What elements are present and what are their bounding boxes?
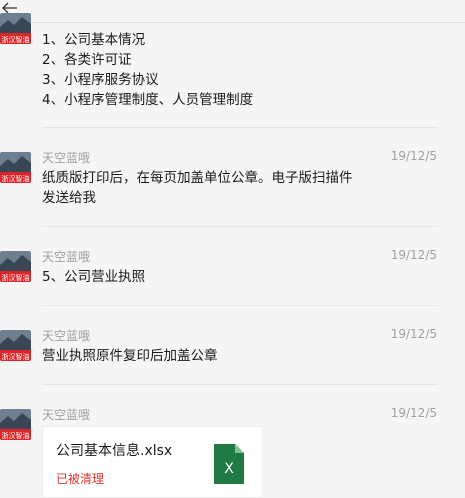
message-line: 营业执照原件复印后加盖公章 <box>42 348 218 364</box>
avatar[interactable]: 浙汉智油 <box>0 152 31 183</box>
avatar-badge-text: 浙汉智油 <box>2 35 30 44</box>
message-time: 19/12/5 <box>390 327 437 341</box>
chat-top-bar <box>0 0 465 23</box>
message-time: 19/12/5 <box>390 248 437 262</box>
message-text: 5、公司营业执照 <box>42 267 442 287</box>
file-name: 公司基本信息.xlsx <box>56 443 173 459</box>
avatar[interactable]: 浙汉智油 <box>0 409 31 440</box>
message-divider <box>42 384 438 385</box>
sender-name[interactable]: 天空蓝哦 <box>42 327 90 344</box>
message-divider <box>42 127 438 128</box>
message-time: 19/12/5 <box>390 149 437 163</box>
file-message-card[interactable]: 公司基本信息.xlsx 已被清理 X <box>42 426 263 498</box>
excel-file-icon: X <box>214 444 244 484</box>
message-time: 19/12/5 <box>390 406 437 420</box>
avatar[interactable]: 浙汉智油 <box>0 13 31 44</box>
avatar[interactable]: 浙汉智油 <box>0 330 31 361</box>
avatar-badge-text: 浙汉智油 <box>2 174 30 183</box>
avatar-badge-text: 浙汉智油 <box>2 352 30 361</box>
sender-name[interactable]: 天空蓝哦 <box>42 406 90 423</box>
message-divider <box>42 305 438 306</box>
avatar-badge-text: 浙汉智油 <box>2 431 30 440</box>
sender-name[interactable]: 天空蓝哦 <box>42 149 90 166</box>
message-text: 1、公司基本情况 2、各类许可证 3、小程序服务协议 4、小程序管理制度、人员管… <box>42 30 442 110</box>
message-divider <box>42 226 438 227</box>
message-line: 2、各类许可证 <box>42 52 132 68</box>
message-line: 纸质版打印后，在每页加盖单位公章。电子版扫描件 <box>42 170 353 186</box>
back-arrow-icon[interactable] <box>0 0 18 14</box>
excel-icon-letter: X <box>224 461 234 477</box>
message-line: 3、小程序服务协议 <box>42 72 159 88</box>
file-status: 已被清理 <box>56 472 105 486</box>
message-line: 5、公司营业执照 <box>42 269 146 285</box>
message-text: 纸质版打印后，在每页加盖单位公章。电子版扫描件 发送给我 <box>42 168 442 208</box>
message-line: 1、公司基本情况 <box>42 32 146 48</box>
avatar-badge-text: 浙汉智油 <box>2 273 30 282</box>
message-line: 发送给我 <box>42 190 96 206</box>
sender-name[interactable]: 天空蓝哦 <box>42 248 90 265</box>
avatar[interactable]: 浙汉智油 <box>0 251 31 282</box>
message-line: 4、小程序管理制度、人员管理制度 <box>42 92 254 108</box>
message-text: 营业执照原件复印后加盖公章 <box>42 346 442 366</box>
